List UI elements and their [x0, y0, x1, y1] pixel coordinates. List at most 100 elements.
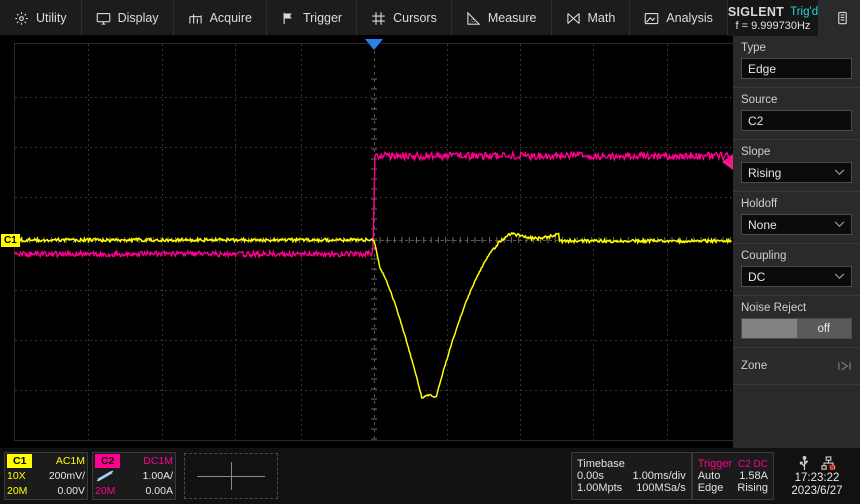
menu-item-math[interactable]: Math: [552, 0, 631, 36]
setting-group-slope: Slope Rising: [733, 140, 860, 192]
timebase-scale: 1.00ms/div: [633, 470, 686, 482]
bottom-spacer: [278, 448, 571, 504]
menu-item-display[interactable]: Display: [82, 0, 174, 36]
trigger-status: Trig'd: [790, 6, 818, 18]
waveform-display-area[interactable]: C1: [0, 36, 733, 448]
menu-label: Measure: [488, 11, 537, 25]
chevron-down-icon: [834, 273, 845, 280]
source-select[interactable]: C2: [741, 110, 852, 131]
chevron-down-icon: [834, 169, 845, 176]
play-next-icon: [837, 360, 852, 372]
flag-icon: [281, 11, 296, 26]
channel-tag: C1: [7, 454, 32, 468]
frequency-readout: f = 9.999730Hz: [736, 20, 811, 32]
current-probe-icon: [95, 470, 117, 482]
trigger-mode: Auto: [698, 470, 721, 482]
menu-item-analysis[interactable]: Analysis: [630, 0, 728, 36]
setting-label: Coupling: [741, 250, 852, 262]
channel-coupling: AC1M: [56, 455, 85, 467]
bottom-status-bar: C1 AC1M 10X 200mV/ 20M 0.00V C2 DC1M: [0, 448, 860, 504]
siglent-logo: SIGLENT: [728, 5, 784, 19]
setting-group-type: Type Edge: [733, 36, 860, 88]
setting-group-noise-reject: Noise Reject off: [733, 296, 860, 348]
monitor-icon: [96, 11, 111, 26]
menu-label: Display: [118, 11, 159, 25]
zone-label: Zone: [741, 360, 767, 372]
menu-item-cursors[interactable]: Cursors: [357, 0, 452, 36]
trigger-settings-sidebar: Type Edge Source C2 Slope Rising Holdoff: [733, 36, 860, 448]
setting-group-source: Source C2: [733, 88, 860, 140]
toggle-value: off: [797, 319, 852, 338]
math-icon: [566, 11, 581, 26]
trigger-box[interactable]: Trigger C2 DC Auto 1.58A Edge Rising: [692, 452, 774, 500]
channel-offset: 0.00A: [146, 485, 173, 497]
channel-box-c2[interactable]: C2 DC1M 1.00A/ 20M 0.00A: [92, 452, 176, 500]
usb-icon[interactable]: [798, 456, 811, 471]
setting-value: Rising: [748, 166, 781, 180]
crosshatch-icon: [371, 11, 386, 26]
timebase-delay: 0.00s: [577, 470, 604, 482]
toggle-knob: [742, 319, 797, 338]
channel-attenuation: 10X: [7, 470, 26, 482]
system-status-box: 17:23:22 2023/6/27: [778, 452, 856, 500]
brand-status-block: SIGLENT Trig'd f = 9.999730Hz: [728, 0, 819, 36]
setting-group-holdoff: Holdoff None: [733, 192, 860, 244]
setting-label: Holdoff: [741, 198, 852, 210]
zone-row[interactable]: Zone: [733, 348, 860, 385]
top-menu-bar: Utility Display Acquire: [0, 0, 860, 36]
menu-item-utility[interactable]: Utility: [0, 0, 82, 36]
timebase-memory: 1.00Mpts: [577, 482, 622, 494]
channel-tag: C2: [95, 454, 120, 468]
trigger-slope: Rising: [737, 482, 768, 494]
timebase-samplerate: 100MSa/s: [636, 482, 686, 494]
coupling-select[interactable]: DC: [741, 266, 852, 287]
trigger-type: Edge: [698, 482, 724, 494]
crosshair-vertical: [231, 462, 232, 490]
chevron-down-icon: [834, 221, 845, 228]
setting-group-coupling: Coupling DC: [733, 244, 860, 296]
channel-bandwidth: 20M: [7, 485, 27, 497]
menu-label: Cursors: [393, 11, 437, 25]
channel-scale: 1.00A/: [143, 470, 173, 482]
trigger-source: C2 DC: [738, 459, 768, 470]
channel-box-c1[interactable]: C1 AC1M 10X 200mV/ 20M 0.00V: [4, 452, 88, 500]
waveform-c1: [15, 233, 731, 398]
menu-item-trigger[interactable]: Trigger: [267, 0, 357, 36]
gear-icon: [14, 11, 29, 26]
timebase-title: Timebase: [577, 458, 625, 470]
oscilloscope-screen: Utility Display Acquire: [0, 0, 860, 504]
clock-time: 17:23:22: [795, 472, 840, 484]
measure-icon: [466, 11, 481, 26]
holdoff-select[interactable]: None: [741, 214, 852, 235]
empty-channel-slot[interactable]: [184, 453, 278, 499]
slope-select[interactable]: Rising: [741, 162, 852, 183]
setting-label: Noise Reject: [741, 302, 852, 314]
menu-label: Acquire: [210, 11, 252, 25]
setting-value: Edge: [748, 62, 776, 76]
trigger-level: 1.58A: [739, 470, 768, 482]
analysis-icon: [644, 11, 659, 26]
menu-label: Utility: [36, 11, 67, 25]
setting-value: DC: [748, 270, 765, 284]
trigger-panel-header: TRIGGER: [819, 0, 860, 36]
timebase-box[interactable]: Timebase 0.00s 1.00ms/div 1.00Mpts 100MS…: [571, 452, 692, 500]
waveform-traces: [0, 36, 733, 448]
channel-scale: 200mV/: [49, 470, 85, 482]
menu-item-acquire[interactable]: Acquire: [174, 0, 267, 36]
setting-value: None: [748, 218, 777, 232]
channel-bandwidth: 20M: [95, 485, 115, 497]
channel-offset: 0.00V: [58, 485, 85, 497]
noise-reject-toggle[interactable]: off: [741, 318, 852, 339]
lan-disconnected-icon[interactable]: [821, 456, 836, 471]
acquire-icon: [188, 11, 203, 26]
setting-label: Type: [741, 42, 852, 54]
channel-coupling: DC1M: [143, 455, 173, 467]
type-select[interactable]: Edge: [741, 58, 852, 79]
menu-item-measure[interactable]: Measure: [452, 0, 552, 36]
clipboard-icon: [835, 10, 850, 26]
menu-label: Trigger: [303, 11, 342, 25]
menu-label: Analysis: [666, 11, 713, 25]
clock-date: 2023/6/27: [791, 485, 842, 497]
setting-value: C2: [748, 114, 763, 128]
trigger-title: Trigger: [698, 458, 732, 470]
